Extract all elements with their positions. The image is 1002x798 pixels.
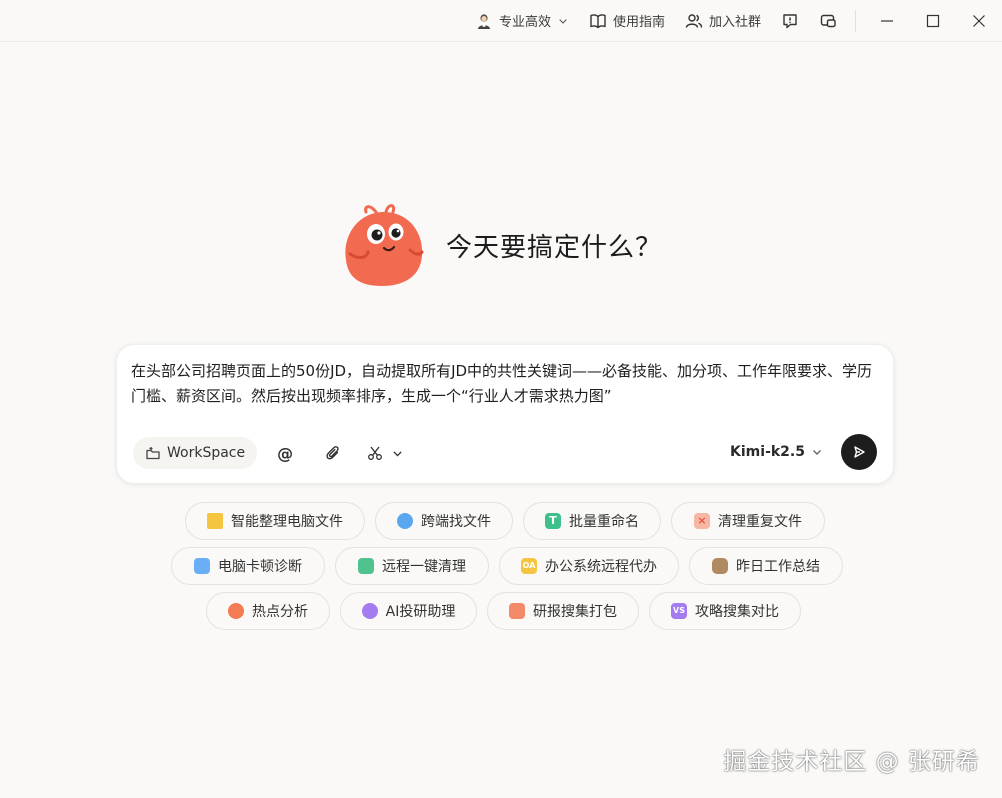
guide-link[interactable]: 使用指南 <box>579 0 675 42</box>
feedback-button[interactable] <box>771 0 809 42</box>
paperclip-icon <box>326 445 339 459</box>
workspace-icon <box>146 447 160 460</box>
chip-label: 智能整理电脑文件 <box>231 514 343 530</box>
chevron-down-icon <box>559 18 567 24</box>
chip-find-files[interactable]: 跨端找文件 <box>375 502 513 540</box>
chip-label: 热点分析 <box>252 604 308 620</box>
workspace-label: WorkSpace <box>167 445 246 461</box>
close-button[interactable] <box>956 0 1002 42</box>
mode-label: 专业高效 <box>498 15 551 30</box>
composer: 在头部公司招聘页面上的50份JD，自动提取所有JD中的共性关键词——必备技能、加… <box>116 344 894 484</box>
vs-icon: VS <box>671 603 687 619</box>
community-link[interactable]: 加入社群 <box>675 0 771 42</box>
chip-report-collect[interactable]: 研报搜集打包 <box>487 592 639 630</box>
minimize-icon <box>881 19 893 22</box>
workspace-button[interactable]: WorkSpace <box>133 437 258 469</box>
maximize-button[interactable] <box>910 0 956 42</box>
guide-label: 使用指南 <box>612 15 665 30</box>
at-icon: @ <box>277 443 294 463</box>
suggestion-row-2: 电脑卡顿诊断 远程一键清理 OA 办公系统远程代办 昨日工作总结 <box>171 547 843 585</box>
text-t-icon: T <box>545 513 561 529</box>
maximize-icon <box>926 14 940 27</box>
chevron-down-icon <box>813 450 821 455</box>
attach-button[interactable] <box>313 437 353 469</box>
scissors-icon <box>368 446 383 460</box>
chip-hotspot-analysis[interactable]: 热点分析 <box>206 592 330 630</box>
tools-selector[interactable] <box>361 437 410 469</box>
chip-label: 办公系统远程代办 <box>545 559 657 575</box>
composer-toolbar-right: Kimi-k2.5 <box>730 434 877 470</box>
chip-organize-files[interactable]: 智能整理电脑文件 <box>185 502 365 540</box>
oa-icon: OA <box>521 558 537 574</box>
chip-label: 清理重复文件 <box>718 514 802 530</box>
community-label: 加入社群 <box>708 15 761 30</box>
chip-label: 批量重命名 <box>569 514 639 530</box>
send-icon <box>854 446 865 458</box>
hero-title: 今天要搞定什么？ <box>446 232 663 263</box>
composer-toolbar-left: WorkSpace @ <box>133 437 410 469</box>
chip-remote-clean[interactable]: 远程一键清理 <box>335 547 489 585</box>
minimize-button[interactable] <box>864 0 910 42</box>
book-icon <box>590 13 606 28</box>
sparkle-icon <box>361 603 378 619</box>
delete-icon: × <box>694 513 710 529</box>
box-icon <box>509 603 525 619</box>
watermark: 掘金技术社区 @ 张研希 <box>723 749 980 775</box>
chip-label: 跨端找文件 <box>421 514 491 530</box>
suggestion-row-3: 热点分析 AI投研助理 研报搜集打包 VS 攻略搜集对比 <box>206 592 801 630</box>
hero: 今天要搞定什么？ <box>336 200 662 290</box>
monitor-icon <box>194 558 210 574</box>
chip-label: 电脑卡顿诊断 <box>218 559 302 575</box>
kimi-mascot-icon <box>345 204 424 286</box>
chip-label: AI投研助理 <box>385 604 456 620</box>
chip-ai-research[interactable]: AI投研助理 <box>340 592 477 630</box>
chip-pc-diagnosis[interactable]: 电脑卡顿诊断 <box>171 547 325 585</box>
model-label: Kimi-k2.5 <box>730 444 805 460</box>
folder-icon <box>207 513 223 529</box>
robot-icon <box>358 558 374 574</box>
users-icon <box>685 13 703 28</box>
mode-selector[interactable]: 专业高效 <box>465 0 579 42</box>
mini-window-button[interactable] <box>809 0 847 42</box>
prompt-input[interactable]: 在头部公司招聘页面上的50份JD，自动提取所有JD中的共性关键词——必备技能、加… <box>131 359 877 409</box>
model-selector[interactable]: Kimi-k2.5 <box>730 444 823 460</box>
titlebar-divider <box>855 9 856 32</box>
user-avatar-icon <box>477 13 490 29</box>
chip-batch-rename[interactable]: T 批量重命名 <box>523 502 661 540</box>
chip-guide-compare[interactable]: VS 攻略搜集对比 <box>649 592 801 630</box>
chip-label: 昨日工作总结 <box>736 559 820 575</box>
search-icon <box>397 513 413 529</box>
chevron-down-icon <box>393 450 402 456</box>
chip-clean-duplicates[interactable]: × 清理重复文件 <box>671 502 825 540</box>
title-bar: 专业高效 使用指南 加入社群 <box>0 0 1002 42</box>
peach-icon <box>228 603 244 619</box>
suggestion-row-1: 智能整理电脑文件 跨端找文件 T 批量重命名 × 清理重复文件 <box>185 502 825 540</box>
chip-label: 研报搜集打包 <box>533 604 617 620</box>
chip-label: 远程一键清理 <box>382 559 466 575</box>
mention-button[interactable]: @ <box>265 437 305 469</box>
chip-label: 攻略搜集对比 <box>695 604 779 620</box>
chip-office-remote[interactable]: OA 办公系统远程代办 <box>499 547 679 585</box>
send-button[interactable] <box>841 434 877 470</box>
feedback-icon <box>783 13 797 28</box>
bag-icon <box>712 558 728 574</box>
picture-in-picture-icon <box>820 14 836 27</box>
chip-daily-summary[interactable]: 昨日工作总结 <box>689 547 843 585</box>
close-icon <box>973 14 985 27</box>
